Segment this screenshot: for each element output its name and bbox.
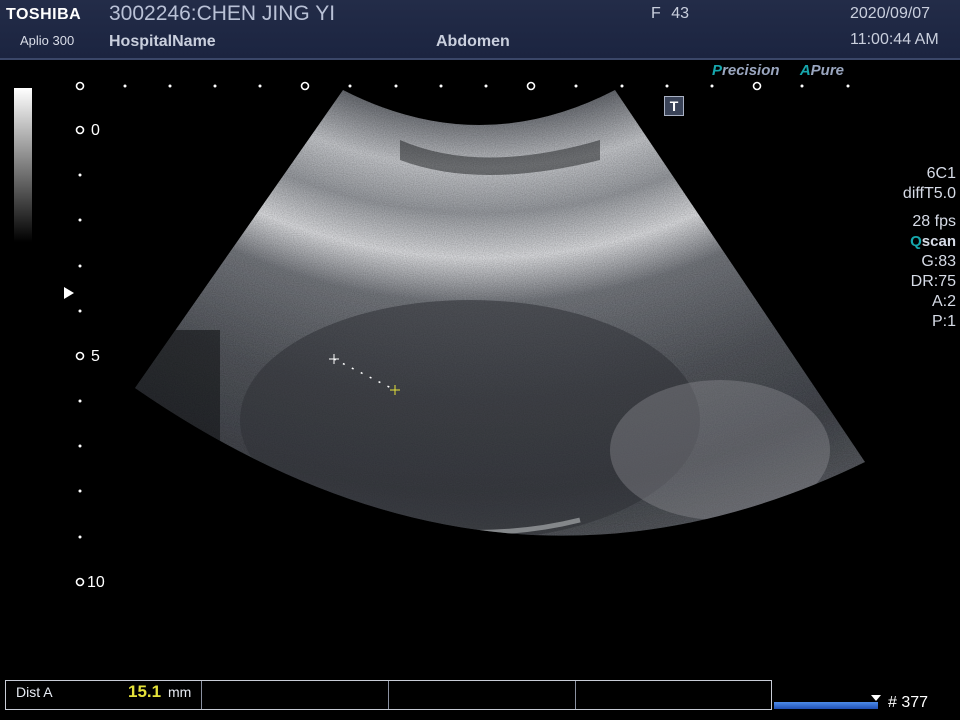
measurement-cell-2 bbox=[201, 681, 389, 709]
ultrasound-image bbox=[64, 81, 865, 587]
scan-sector bbox=[135, 90, 865, 536]
p-value: P:1 bbox=[931, 313, 956, 330]
qscan-label: Qscan bbox=[910, 233, 956, 250]
focus-marker-icon[interactable] bbox=[64, 287, 74, 299]
gain-value: G:83 bbox=[921, 253, 956, 270]
lateral-scale-dots bbox=[123, 84, 850, 88]
mode-label: diffT5.0 bbox=[902, 185, 956, 202]
measurement-unit: mm bbox=[168, 684, 192, 700]
depth-label-5: 5 bbox=[91, 348, 100, 365]
text-annotation-icon[interactable]: T bbox=[664, 96, 684, 116]
depth-scale bbox=[75, 125, 85, 587]
a-value: A:2 bbox=[931, 293, 956, 310]
lateral-scale bbox=[75, 81, 762, 91]
cine-marker-icon[interactable] bbox=[870, 694, 882, 702]
imaging-parameters: 6C1 diffT5.0 28 fps Qscan G:83 DR:75 A:2… bbox=[903, 164, 956, 332]
measurement-label: Dist A bbox=[16, 684, 53, 700]
cine-progress-bar[interactable] bbox=[774, 702, 878, 709]
dynamic-range-value: DR:75 bbox=[910, 273, 956, 290]
frame-number: # 377 bbox=[888, 694, 929, 711]
frame-rate: 28 fps bbox=[912, 213, 956, 230]
depth-label-0: 0 bbox=[91, 122, 100, 139]
measurement-panel: Dist A 15.1 mm bbox=[5, 680, 772, 710]
measurement-cell-3 bbox=[388, 681, 576, 709]
depth-label-10: 10 bbox=[87, 574, 105, 591]
measurement-value: 15.1 bbox=[128, 682, 162, 701]
probe-label: 6C1 bbox=[926, 165, 956, 182]
